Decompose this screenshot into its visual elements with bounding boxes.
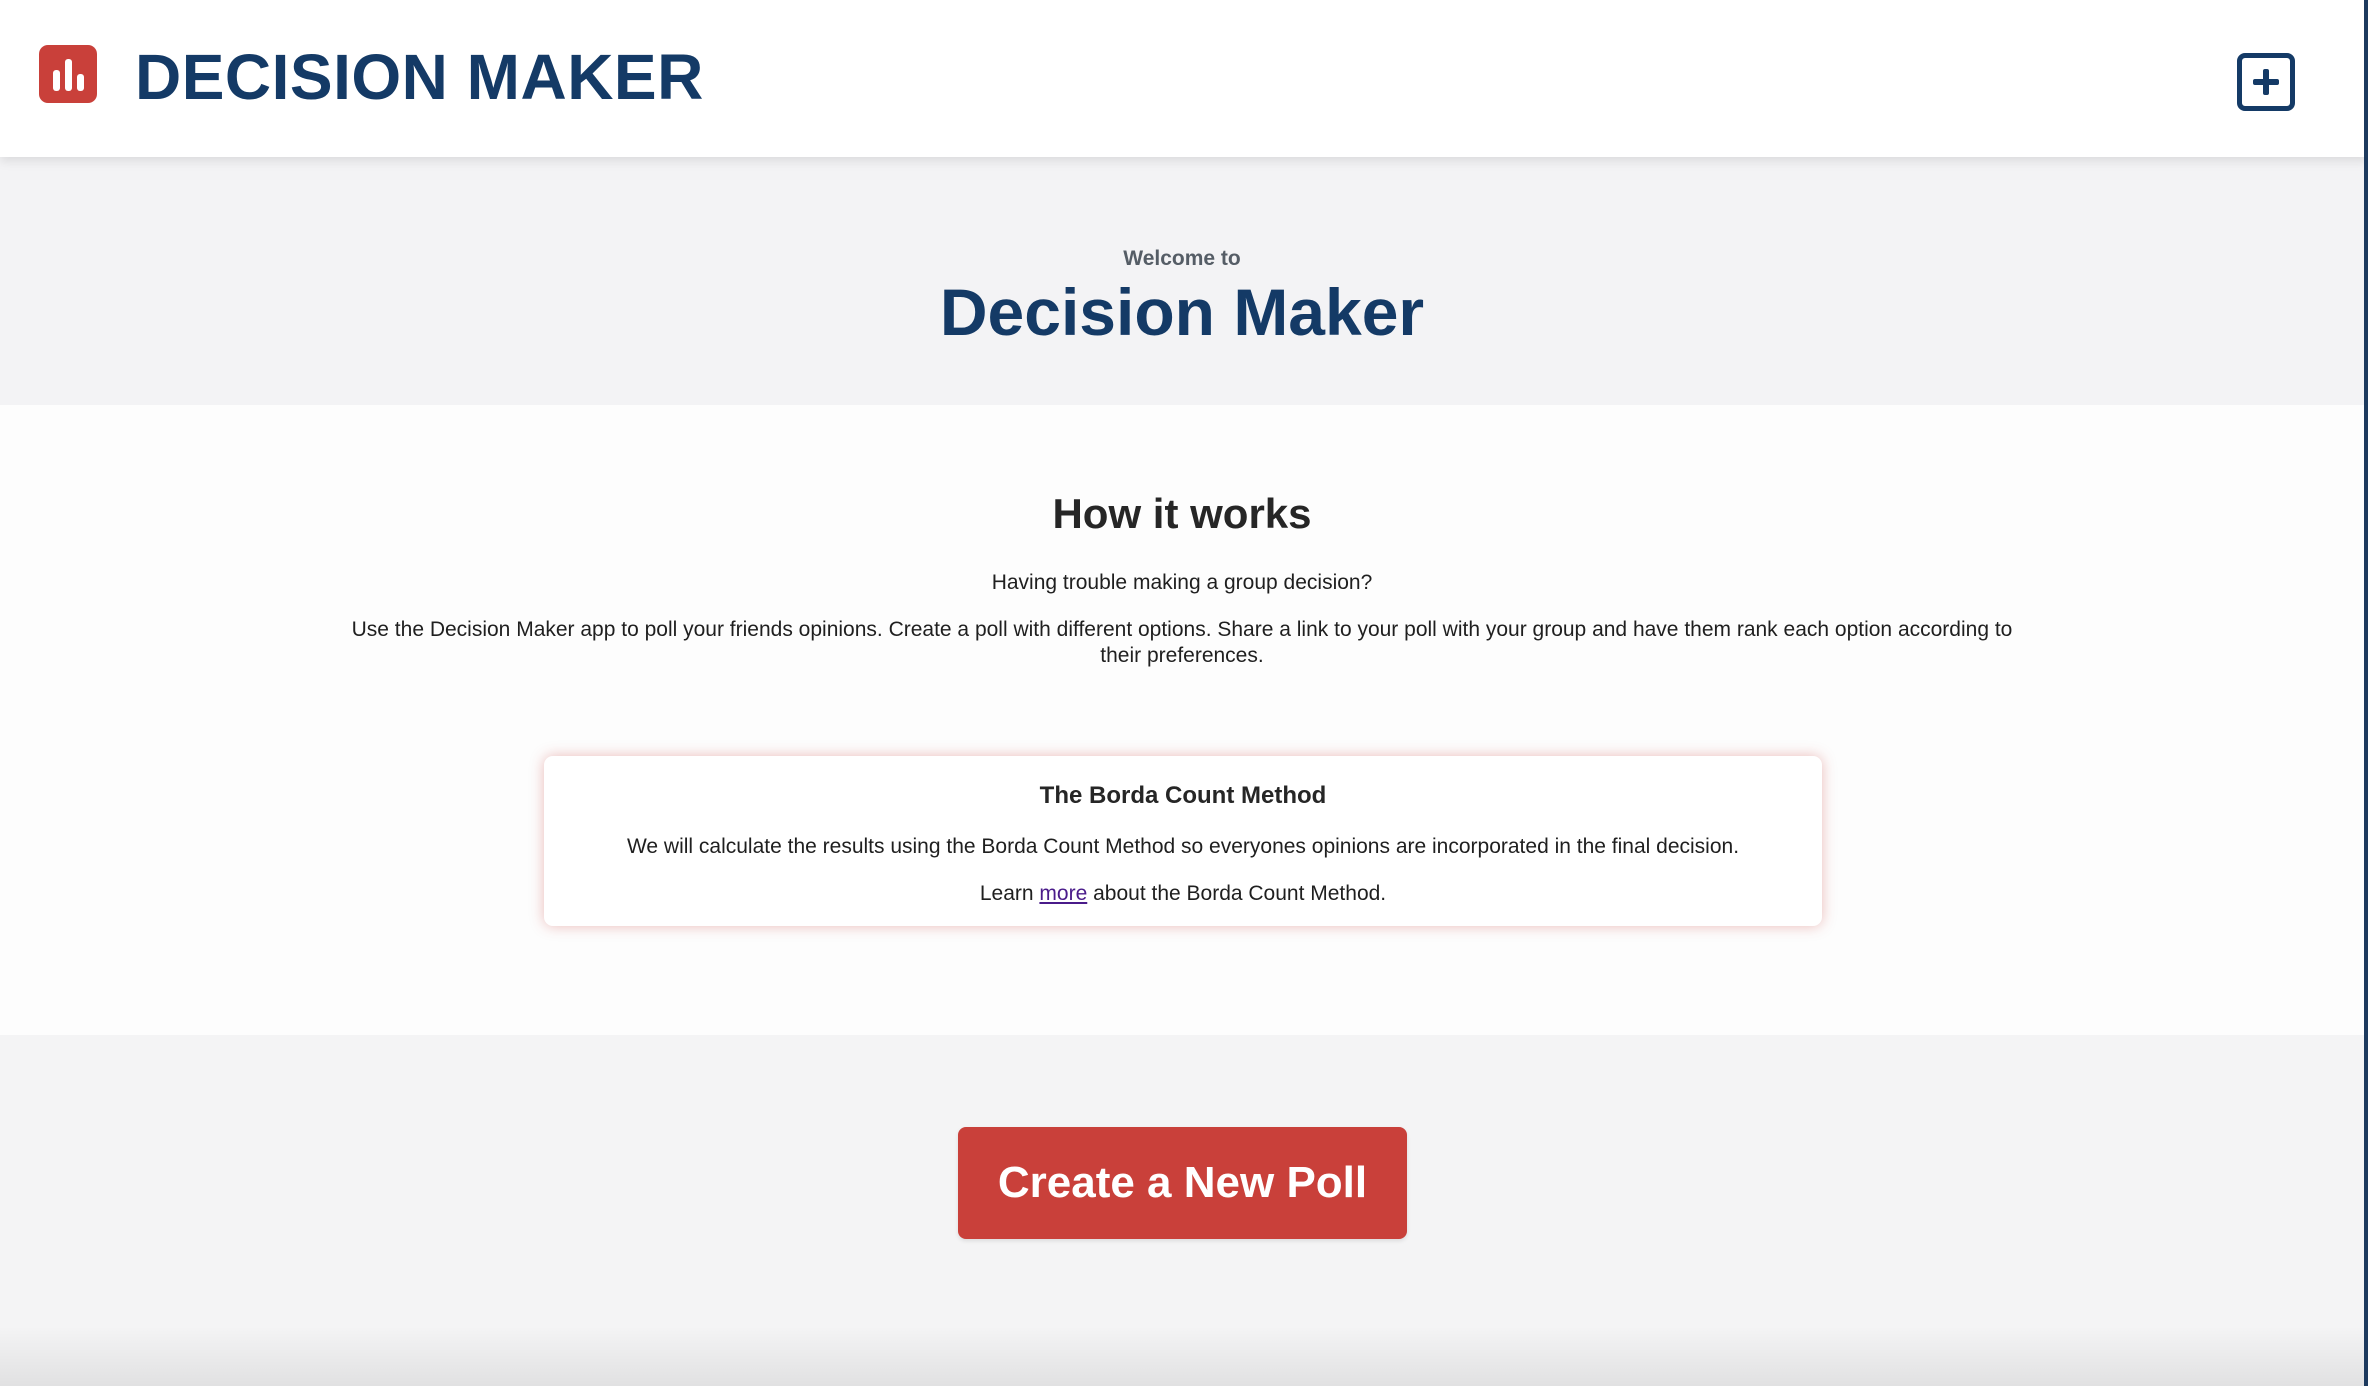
bar-chart-icon[interactable] (39, 45, 97, 103)
how-it-works-question: Having trouble making a group decision? (991, 571, 1373, 594)
borda-card-text: We will calculate the results using the … (626, 835, 1740, 858)
learn-suffix: about the Borda Count Method. (1087, 882, 1387, 905)
welcome-title: Decision Maker (939, 275, 1425, 349)
bottom-shadow (0, 1326, 2368, 1386)
top-header: DECISION MAKER (0, 0, 2368, 157)
how-it-works-heading: How it works (1052, 490, 1312, 537)
page: DECISION MAKER Welcome to Decision Maker… (0, 0, 2368, 1386)
create-poll-section: Create a New Poll (0, 1035, 2368, 1386)
how-it-works-description: Use the Decision Maker app to poll your … (351, 618, 2013, 667)
borda-count-card: The Borda Count Method We will calculate… (544, 756, 1822, 926)
add-poll-button[interactable] (2237, 53, 2295, 111)
borda-card-title: The Borda Count Method (1039, 782, 1327, 809)
learn-prefix: Learn (979, 882, 1040, 905)
window-edge (2364, 0, 2368, 1386)
create-new-poll-button[interactable]: Create a New Poll (958, 1127, 1407, 1239)
borda-learn-more-line: Learn more about the Borda Count Method. (544, 882, 1822, 906)
welcome-section: Welcome to Decision Maker (0, 157, 2368, 405)
app-title[interactable]: DECISION MAKER (135, 34, 704, 120)
how-it-works-section: How it works Having trouble making a gro… (0, 405, 2368, 1035)
learn-more-link[interactable]: more (1039, 882, 1087, 905)
